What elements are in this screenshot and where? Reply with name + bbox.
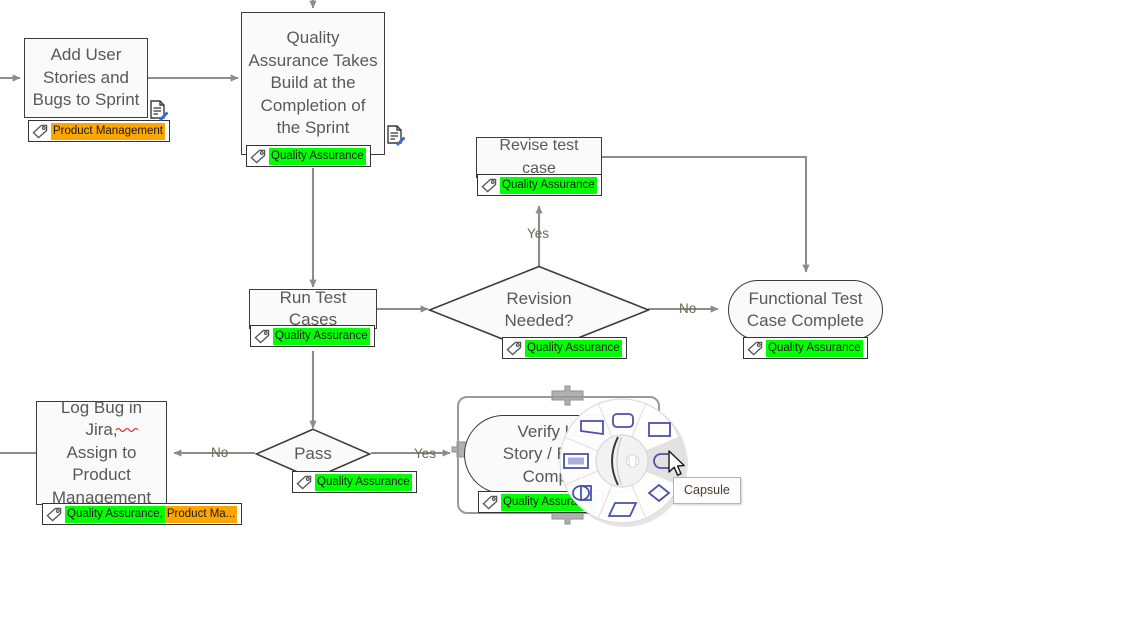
radial-hub <box>595 434 649 488</box>
shape-tooltip: Capsule <box>673 477 741 504</box>
spellcheck-squiggle <box>115 427 139 433</box>
mouse-cursor <box>668 450 685 476</box>
spellcheck-underline-layer <box>115 427 139 433</box>
shape-icon-bordered-rectangle[interactable] <box>563 453 589 469</box>
tag-icon <box>482 495 498 509</box>
flowchart-canvas[interactable]: Add User Stories and Bugs to Sprint Prod… <box>0 0 1140 640</box>
